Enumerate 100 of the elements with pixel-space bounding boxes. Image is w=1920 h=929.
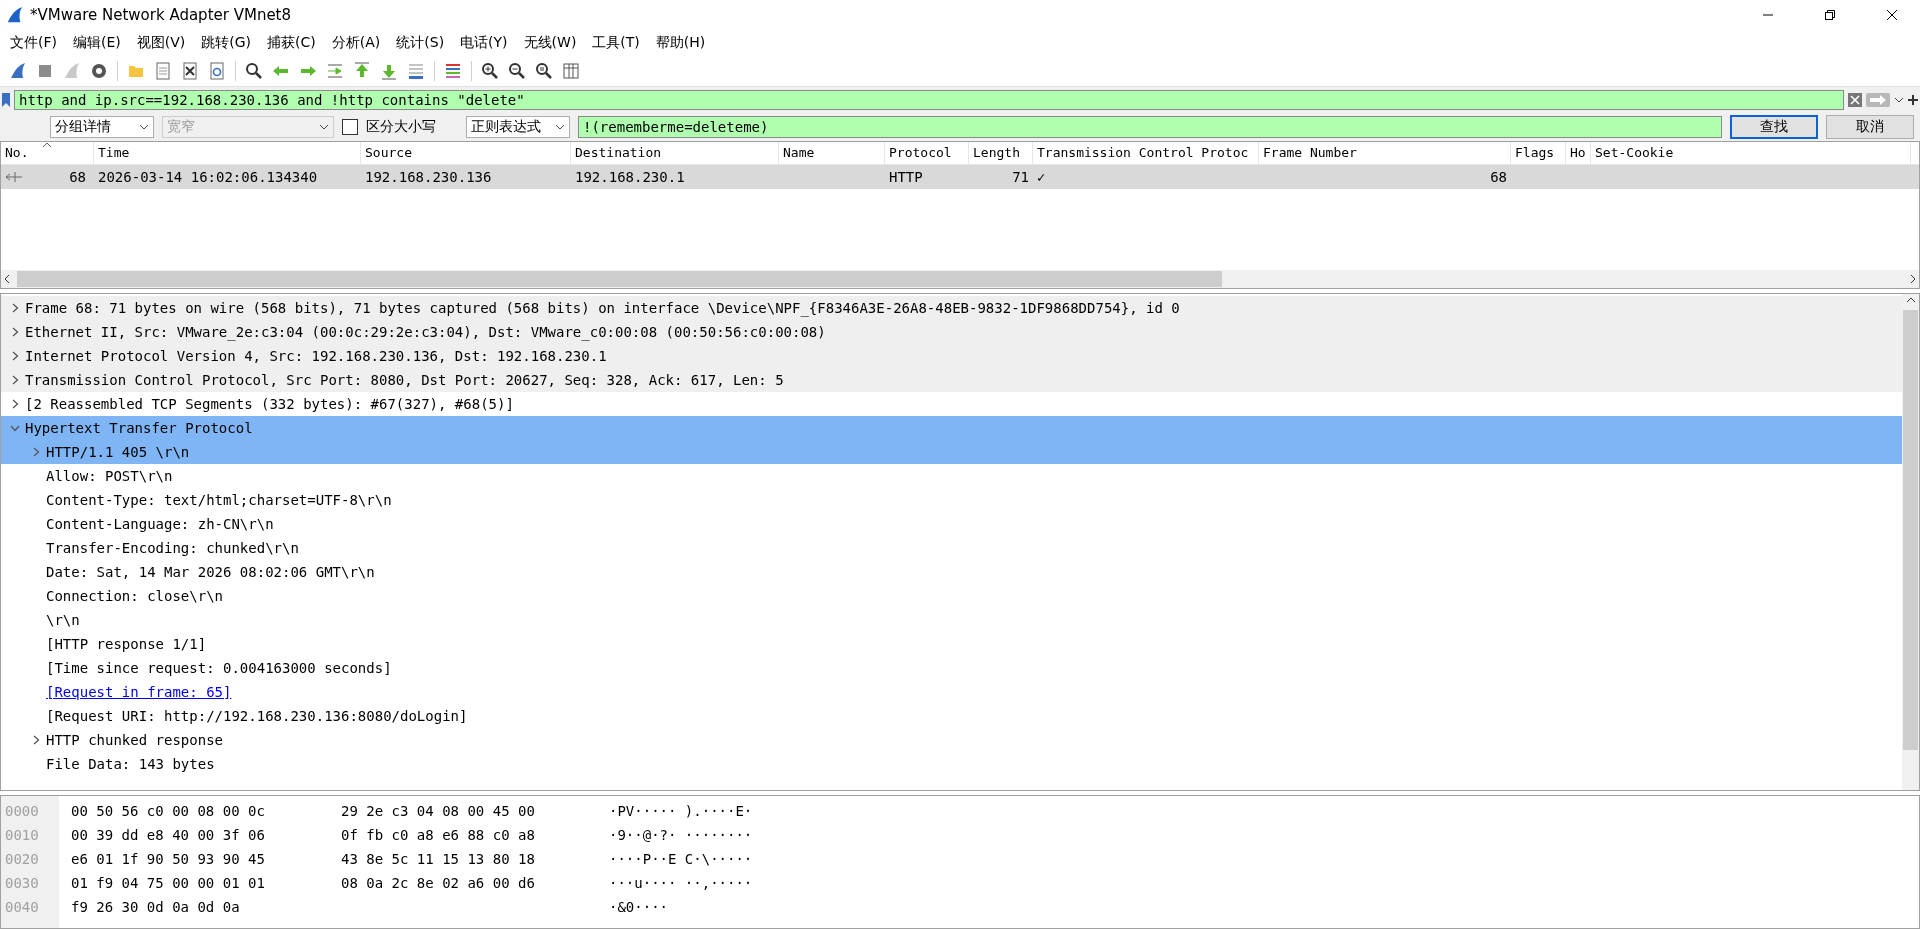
- column-header[interactable]: Length: [969, 142, 1033, 164]
- tree-item-text: File Data: 143 bytes: [46, 756, 215, 772]
- table-cell-text: HTTP: [888, 169, 924, 185]
- ascii-text: ·&0····: [609, 899, 669, 915]
- restore-icon[interactable]: [1824, 9, 1836, 21]
- close-file-icon[interactable]: [180, 61, 200, 81]
- resize-columns-icon[interactable]: [561, 61, 581, 81]
- column-header[interactable]: Flags: [1511, 142, 1566, 164]
- tree-item-text: [HTTP response 1/1]: [46, 636, 207, 652]
- dropdown-caret-icon: [1894, 97, 1904, 103]
- tree-item-text: Frame 68: 71 bytes on wire (568 bits), 71 bytes captured (568 bits) on interface \Device\NPF_{F8346A3E-26A8-48EB-9832-1DF9868DD754}, id 0: [25, 300, 1180, 316]
- search-field[interactable]: !(rememberme=deleteme): [578, 116, 1722, 138]
- find-button[interactable]: 查找: [1730, 115, 1818, 139]
- table-cell-text: ✓: [1036, 169, 1047, 185]
- hex-bytes: 01 f9 04 75 00 00 01 01: [71, 875, 266, 891]
- column-header[interactable]: Transmission Control Protoc: [1033, 142, 1259, 164]
- jump-icon[interactable]: [325, 61, 345, 81]
- byte-offset: 0000: [4, 802, 40, 821]
- packet-row[interactable]: 68 2026-03-14 16:02:06.134340 192.168.230.136 192.168.230.1 HTTP 71 ✓ 68: [1, 165, 1919, 189]
- vertical-scrollbar-thumb[interactable]: [1903, 310, 1918, 750]
- tree-item-text: Internet Protocol Version 4, Src: 192.168.230.136, Dst: 192.168.230.1: [25, 348, 607, 364]
- menu-item[interactable]: 工具(T): [584, 32, 648, 54]
- bookmark-icon[interactable]: [2, 93, 10, 107]
- tree-row[interactable]: Ethernet II, Src: VMware_2e:c3:04 (00:0c:29:2e:c3:04), Dst: VMware_c0:00:08 (00:50:56:c0:00:08): [1, 320, 1902, 344]
- tree-item-text: Transmission Control Protocol, Src Port: 8080, Dst Port: 20627, Seq: 328, Ack: 617, Len: 5: [25, 372, 784, 388]
- menu-item[interactable]: 跳转(G): [193, 32, 260, 54]
- tree-item-text: Date: Sat, 14 Mar 2026 08:02:06 GMT\r\n: [46, 564, 375, 580]
- zoom-out-icon[interactable]: [507, 61, 527, 81]
- frame-link[interactable]: [Request in frame: 65]: [46, 684, 232, 700]
- display-filter-field[interactable]: http and ip.src==192.168.230.136 and !http contains "delete": [14, 90, 1844, 110]
- column-header[interactable]: Destination: [571, 142, 779, 164]
- byte-offset: 0010: [4, 826, 40, 845]
- byte-offset: 0040: [4, 898, 40, 917]
- tree-item-text: [Time since request: 0.004163000 seconds]: [46, 660, 392, 676]
- tree-item-text: Ethernet II, Src: VMware_2e:c3:04 (00:0c:29:2e:c3:04), Dst: VMware_c0:00:08 (00:50:56:c0:00:08): [25, 324, 826, 340]
- byte-offset: 0020: [4, 850, 40, 869]
- column-header[interactable]: Name: [779, 142, 885, 164]
- search-icon[interactable]: [244, 61, 264, 81]
- menu-item[interactable]: 帮助(H): [647, 32, 714, 54]
- hex-bytes: 43 8e 5c 11 15 13 80 18: [341, 851, 536, 867]
- search-type-dropdown[interactable]: 正则表达式: [466, 116, 570, 138]
- ascii-text: ···u···· ··,·····: [609, 875, 754, 891]
- tree-item-text: Content-Language: zh-CN\r\n: [46, 516, 274, 532]
- caret-icon: [319, 124, 329, 130]
- add-icon[interactable]: [1908, 95, 1918, 105]
- horizontal-scrollbar-thumb[interactable]: [17, 271, 1222, 287]
- table-cell-text: 71: [1011, 169, 1030, 185]
- menu-item[interactable]: 编辑(E): [65, 32, 129, 54]
- ascii-text: ·PV····· ).····E·: [609, 803, 754, 819]
- autoscroll-icon[interactable]: [406, 61, 426, 81]
- hex-bytes: 29 2e c3 04 08 00 45 00: [341, 803, 536, 819]
- colorize-icon[interactable]: [443, 61, 463, 81]
- clear-icon[interactable]: [1848, 93, 1862, 107]
- menu-item[interactable]: 视图(V): [128, 32, 194, 54]
- tree-item-text: Transfer-Encoding: chunked\r\n: [46, 540, 299, 556]
- menu-item[interactable]: 捕获(C): [259, 32, 324, 54]
- column-header[interactable]: Time: [94, 142, 361, 164]
- hex-bytes: e6 01 1f 90 50 93 90 45: [71, 851, 266, 867]
- tree-row[interactable]: Transmission Control Protocol, Src Port: 8080, Dst Port: 20627, Seq: 328, Ack: 617, Len: 5: [1, 368, 1902, 392]
- column-header[interactable]: Set-Cookie: [1591, 142, 1911, 164]
- table-cell-text: 192.168.230.1: [574, 169, 686, 185]
- zoom-reset-icon[interactable]: [534, 61, 554, 81]
- zoom-in-icon[interactable]: [480, 61, 500, 81]
- menu-item[interactable]: 分析(A): [323, 32, 389, 54]
- caret-icon: [555, 124, 565, 130]
- reload-icon[interactable]: [207, 61, 227, 81]
- tree-item-text: \r\n: [46, 612, 80, 628]
- window-title: *VMware Network Adapter VMnet8: [30, 6, 293, 24]
- search-in-dropdown[interactable]: 分组详情: [50, 116, 154, 138]
- byte-offset: 0030: [4, 874, 40, 893]
- caret-icon: [139, 124, 149, 130]
- menu-item[interactable]: 文件(F): [2, 32, 65, 54]
- tree-item-text: [Request URI: http://192.168.230.136:8080/doLogin]: [46, 708, 468, 724]
- column-header[interactable]: No.: [1, 142, 94, 164]
- menu-item[interactable]: 无线(W): [515, 32, 585, 54]
- cancel-button[interactable]: 取消: [1826, 115, 1914, 139]
- hex-bytes: f9 26 30 0d 0a 0d 0a: [71, 899, 241, 915]
- hex-bytes: 00 50 56 c0 00 08 00 0c: [71, 803, 266, 819]
- column-header[interactable]: Source: [361, 142, 571, 164]
- tree-item-text: Content-Type: text/html;charset=UTF-8\r\n: [46, 492, 392, 508]
- ascii-text: ····P··E C·\·····: [609, 851, 754, 867]
- table-cell-text: 68: [68, 169, 87, 185]
- tree-row[interactable]: Frame 68: 71 bytes on wire (568 bits), 71 bytes captured (568 bits) on interface \Device\NPF_{F8346A3E-26A8-48EB-9832-1DF9868DD754}, id 0: [1, 296, 1902, 320]
- tree-row[interactable]: HTTP/1.1 405 \r\n: [1, 440, 1902, 464]
- column-header[interactable]: Ho: [1566, 142, 1591, 164]
- app-logo-icon: [6, 6, 24, 24]
- case-checkbox[interactable]: [342, 119, 358, 135]
- tree-row[interactable]: Internet Protocol Version 4, Src: 192.168.230.136, Dst: 192.168.230.1: [1, 344, 1902, 368]
- menu-item[interactable]: 电话(Y): [452, 32, 516, 54]
- hex-bytes: 0f fb c0 a8 e6 88 c0 a8: [341, 827, 536, 843]
- table-cell-text: 68: [1489, 169, 1508, 185]
- column-header[interactable]: Protocol: [885, 142, 969, 164]
- column-header[interactable]: Frame Number: [1259, 142, 1511, 164]
- tree-row[interactable]: Hypertext Transfer Protocol: [1, 416, 1902, 440]
- shark-fin-icon[interactable]: [8, 61, 28, 81]
- close-icon[interactable]: [1886, 9, 1898, 21]
- tree-item-text: Allow: POST\r\n: [46, 468, 173, 484]
- table-cell-text: 2026-03-14 16:02:06.134340: [97, 169, 319, 185]
- menu-item[interactable]: 统计(S): [388, 32, 453, 54]
- table-cell-text: 192.168.230.136: [364, 169, 493, 185]
